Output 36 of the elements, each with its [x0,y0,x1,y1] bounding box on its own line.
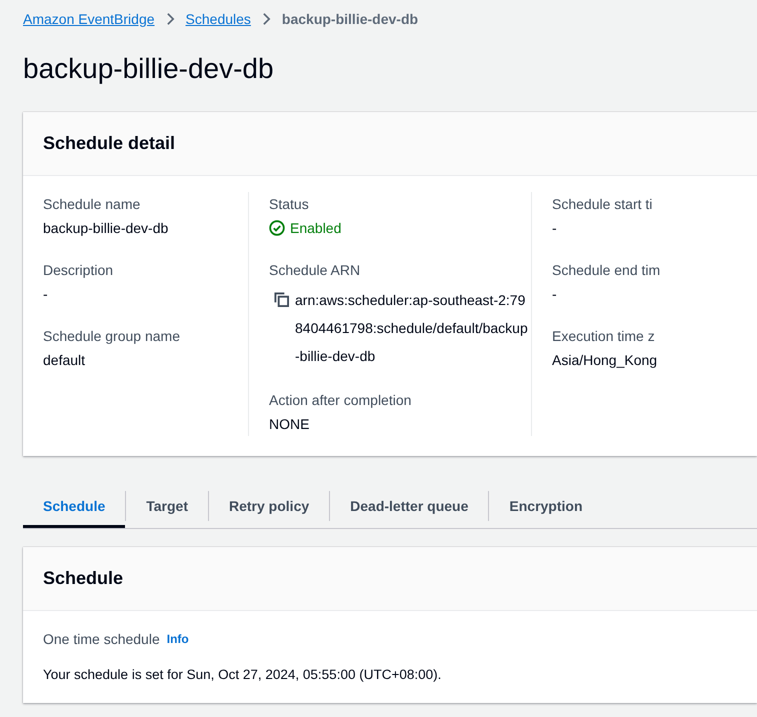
copy-icon[interactable] [274,292,289,307]
field-value: arn:aws:scheduler:ap-southeast-2:798404461798:schedule/default/backup-billie-dev-db [295,291,529,366]
check-circle-icon [269,220,285,236]
field-value: - [43,285,49,304]
status-text: Enabled [290,220,342,236]
tab[interactable]: Retry policy [209,484,330,528]
field-label: Schedule name [43,195,142,214]
breadcrumb-link[interactable]: Amazon EventBridge [23,11,155,27]
tab[interactable]: Dead-letter queue [330,484,488,528]
chevron-icon [262,12,271,26]
field-label: Schedule ARN [269,261,362,280]
field-label: One time schedule [43,630,160,649]
field-value: Asia/Hong_Kong [552,351,658,370]
field-value: default [43,351,86,370]
field-label: Status [269,195,310,214]
card-title: Schedule [43,568,124,589]
chevron-icon [166,12,175,26]
breadcrumb-current: backup-billie-dev-db [282,11,418,27]
field-label: Description [43,261,114,280]
field-value: - [552,219,558,238]
field-label: Schedule group name [43,327,181,346]
card-title: Schedule detail [43,133,176,154]
tab[interactable]: Schedule [23,484,126,528]
field-value: backup-billie-dev-db [43,219,170,238]
tab[interactable]: Target [126,484,208,528]
page-title: backup-billie-dev-db [23,52,275,86]
breadcrumb-link[interactable]: Schedules [186,11,251,27]
field-label: Execution time z [552,327,656,346]
field-value: NONE [269,415,310,434]
info-link[interactable]: Info [166,632,189,646]
schedule-text: Your schedule is set for Sun, Oct 27, 2024, 05:55:00 (UTC+08:00). [43,666,442,684]
field-value: - [552,285,558,304]
field-label: Schedule end tim [552,261,662,280]
tab[interactable]: Encryption [489,484,603,528]
field-label: Schedule start ti [552,195,654,214]
field-label: Action after completion [269,391,412,410]
